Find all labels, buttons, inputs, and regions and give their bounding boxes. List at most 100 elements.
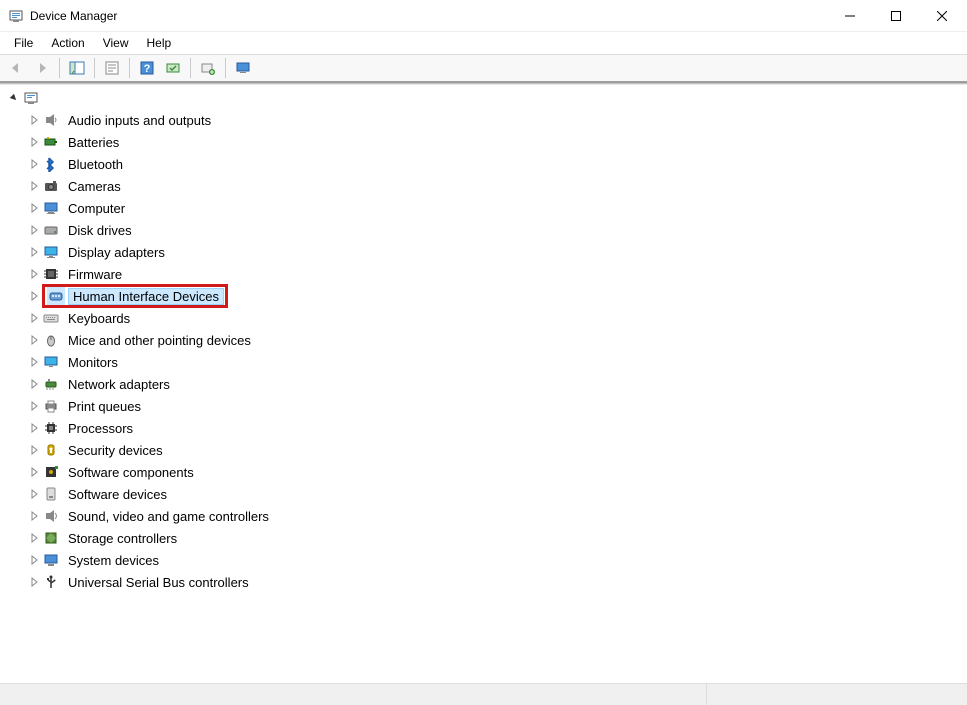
tree-item[interactable]: Human Interface Devices [26, 285, 967, 307]
tree-item-label: Bluetooth [64, 157, 127, 172]
tree-item[interactable]: Audio inputs and outputs [26, 109, 967, 131]
tree-item-label: Disk drives [64, 223, 136, 238]
tree-item[interactable]: Keyboards [26, 307, 967, 329]
toolbar: ? [0, 54, 967, 82]
tree-item-label: Audio inputs and outputs [64, 113, 215, 128]
menubar: File Action View Help [0, 32, 967, 54]
expander-closed-icon[interactable] [26, 203, 42, 213]
tree-item-label: Network adapters [64, 377, 174, 392]
menu-view[interactable]: View [95, 34, 137, 52]
tree-item[interactable]: Network adapters [26, 373, 967, 395]
tree-item-label: Sound, video and game controllers [64, 509, 273, 524]
system-icon [42, 551, 60, 569]
expander-closed-icon[interactable] [26, 467, 42, 477]
expander-closed-icon[interactable] [26, 357, 42, 367]
toolbar-add-legacy-button[interactable] [196, 56, 220, 80]
monitor-icon [42, 353, 60, 371]
usb-icon [42, 573, 60, 591]
expander-closed-icon[interactable] [26, 445, 42, 455]
tree-item-label: System devices [64, 553, 163, 568]
statusbar [0, 683, 967, 705]
tree-item[interactable]: Computer [26, 197, 967, 219]
expander-closed-icon[interactable] [26, 181, 42, 191]
tree-item[interactable]: Firmware [26, 263, 967, 285]
hid-icon [47, 287, 65, 305]
expander-closed-icon[interactable] [26, 511, 42, 521]
maximize-button[interactable] [873, 1, 919, 31]
tree-item[interactable]: Software components [26, 461, 967, 483]
menu-help[interactable]: Help [139, 34, 180, 52]
expander-closed-icon[interactable] [26, 379, 42, 389]
expander-closed-icon[interactable] [26, 225, 42, 235]
tree-item-label: Display adapters [64, 245, 169, 260]
menu-action[interactable]: Action [43, 34, 92, 52]
sound-icon [42, 507, 60, 525]
tree-item-label: Software devices [64, 487, 171, 502]
tree-item[interactable]: Software devices [26, 483, 967, 505]
software-comp-icon [42, 463, 60, 481]
expander-closed-icon[interactable] [26, 115, 42, 125]
device-tree[interactable]: Audio inputs and outputs Batteries Bluetoo… [0, 85, 967, 683]
toolbar-console-tree-button[interactable] [65, 56, 89, 80]
tree-item[interactable]: Bluetooth [26, 153, 967, 175]
expander-closed-icon[interactable] [26, 401, 42, 411]
tree-item[interactable]: Cameras [26, 175, 967, 197]
camera-icon [42, 177, 60, 195]
tree-item[interactable]: Disk drives [26, 219, 967, 241]
expander-closed-icon[interactable] [26, 335, 42, 345]
minimize-button[interactable] [827, 1, 873, 31]
tree-item-label: Computer [64, 201, 129, 216]
expander-closed-icon[interactable] [26, 489, 42, 499]
toolbar-forward-button[interactable] [30, 56, 54, 80]
expander-closed-icon[interactable] [26, 269, 42, 279]
tree-item-label: Batteries [64, 135, 123, 150]
cpu-icon [42, 419, 60, 437]
window-controls [827, 1, 965, 31]
tree-item[interactable]: Universal Serial Bus controllers [26, 571, 967, 593]
bluetooth-icon [42, 155, 60, 173]
tree-item-label: Processors [64, 421, 137, 436]
menu-file[interactable]: File [6, 34, 41, 52]
tree-item[interactable]: System devices [26, 549, 967, 571]
toolbar-back-button[interactable] [4, 56, 28, 80]
status-cell [0, 684, 707, 705]
toolbar-scan-button[interactable] [161, 56, 185, 80]
tree-item-label: Firmware [64, 267, 126, 282]
tree-item[interactable]: Batteries [26, 131, 967, 153]
toolbar-remote-button[interactable] [231, 56, 255, 80]
tree-root-node[interactable] [6, 87, 967, 109]
expander-closed-icon[interactable] [26, 533, 42, 543]
security-icon [42, 441, 60, 459]
keyboard-icon [42, 309, 60, 327]
tree-item-label: Cameras [64, 179, 125, 194]
tree-item[interactable]: Display adapters [26, 241, 967, 263]
toolbar-separator [94, 58, 95, 78]
tree-item[interactable]: Processors [26, 417, 967, 439]
close-button[interactable] [919, 1, 965, 31]
toolbar-separator [129, 58, 130, 78]
tree-item[interactable]: Security devices [26, 439, 967, 461]
printer-icon [42, 397, 60, 415]
tree-item-label: Keyboards [64, 311, 134, 326]
tree-item[interactable]: Print queues [26, 395, 967, 417]
display-icon [42, 243, 60, 261]
toolbar-separator [190, 58, 191, 78]
toolbar-help-button[interactable]: ? [135, 56, 159, 80]
expander-closed-icon[interactable] [26, 313, 42, 323]
expander-closed-icon[interactable] [26, 247, 42, 257]
tree-item[interactable]: Storage controllers [26, 527, 967, 549]
tree-item-label: Monitors [64, 355, 122, 370]
titlebar: Device Manager [0, 0, 967, 32]
network-icon [42, 375, 60, 393]
expander-closed-icon[interactable] [26, 423, 42, 433]
toolbar-properties-button[interactable] [100, 56, 124, 80]
expander-closed-icon[interactable] [26, 291, 42, 301]
expander-closed-icon[interactable] [26, 577, 42, 587]
expander-closed-icon[interactable] [26, 555, 42, 565]
expander-closed-icon[interactable] [26, 159, 42, 169]
tree-item[interactable]: Monitors [26, 351, 967, 373]
tree-item[interactable]: Sound, video and game controllers [26, 505, 967, 527]
expander-closed-icon[interactable] [26, 137, 42, 147]
expander-open-icon[interactable] [6, 93, 22, 103]
tree-item[interactable]: Mice and other pointing devices [26, 329, 967, 351]
